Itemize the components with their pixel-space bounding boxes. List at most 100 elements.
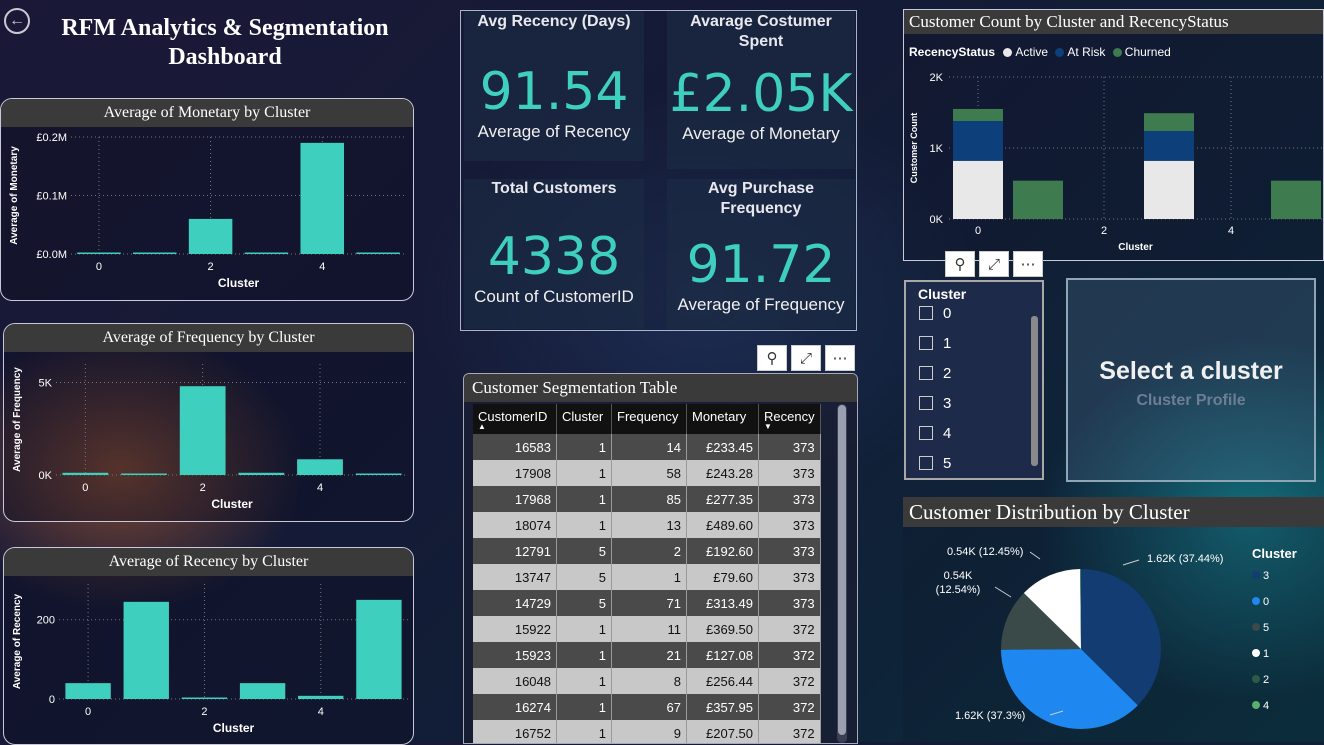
pie-chart: 1.62K (37.44%)1.62K (37.3%)0.54K(12.54%)… xyxy=(903,527,1324,742)
recency-chart-card[interactable]: Average of Recency by Cluster 0200024Clu… xyxy=(3,547,414,745)
x-tick-label: 2 xyxy=(200,482,206,494)
bar xyxy=(133,253,177,255)
kpi-subtitle: Average of Monetary xyxy=(667,124,855,144)
pie-legend-dot-icon xyxy=(1252,701,1260,709)
table-cell: 1 xyxy=(557,460,612,486)
table-cell: 15923 xyxy=(473,642,557,668)
bar xyxy=(189,219,233,254)
table-cell: £256.44 xyxy=(687,668,759,694)
bar xyxy=(121,474,167,476)
bar xyxy=(297,459,343,475)
cluster-slicer[interactable]: Cluster 012345 xyxy=(904,280,1044,480)
recency-chart-title: Average of Recency by Cluster xyxy=(4,548,413,576)
legend-item-active[interactable]: Active xyxy=(1003,45,1048,59)
slicer-item[interactable]: 2 xyxy=(919,358,1042,388)
table-row[interactable]: 17908158£243.28373 xyxy=(473,460,820,486)
y-tick-label: £0.2M xyxy=(36,132,67,144)
cluster-profile-card: Select a cluster Cluster Profile xyxy=(1066,278,1316,482)
pie-legend-label: 5 xyxy=(1263,622,1269,634)
slicer-item[interactable]: 4 xyxy=(919,418,1042,448)
legend-title: RecencyStatus xyxy=(909,45,995,59)
slicer-scrollbar[interactable] xyxy=(1031,316,1038,466)
table-cell: 13 xyxy=(612,512,687,538)
kpi-avg-frequency: Avg Purchase Frequency 91.72 Average of … xyxy=(667,179,855,329)
checkbox-icon[interactable] xyxy=(919,396,933,410)
x-tick-label: 4 xyxy=(317,482,323,494)
slicer-item[interactable]: 5 xyxy=(919,448,1042,478)
table-row[interactable]: 16583114£233.45373 xyxy=(473,434,820,460)
bar-segment xyxy=(1013,181,1063,219)
pie-label-leader xyxy=(1123,560,1139,565)
table-cell: 2 xyxy=(612,538,687,564)
pie-data-label: 0.54K (12.45%) xyxy=(947,546,1023,558)
checkbox-icon[interactable] xyxy=(919,426,933,440)
slicer-item-label: 3 xyxy=(943,395,951,412)
stacked-chart-card[interactable]: Customer Count by Cluster and RecencySta… xyxy=(903,9,1324,261)
table-row[interactable]: 1374751£79.60373 xyxy=(473,564,820,590)
pie-legend-dot-icon xyxy=(1252,597,1260,605)
table-row[interactable]: 1675219£207.50372 xyxy=(473,720,820,744)
y-tick-label: 200 xyxy=(37,615,55,627)
col-header-monetary[interactable]: Monetary xyxy=(687,404,759,434)
slicer-item[interactable]: 0 xyxy=(919,298,1042,328)
x-tick-label: 4 xyxy=(319,261,325,273)
legend-item-at-risk[interactable]: At Risk xyxy=(1055,45,1105,59)
x-axis-label: Cluster xyxy=(218,276,260,290)
bar xyxy=(180,386,226,475)
pie-label-leader xyxy=(1030,552,1040,559)
filter-icon[interactable]: ⚲ xyxy=(757,345,787,371)
legend-dot-icon xyxy=(1055,48,1064,57)
table-cell: 373 xyxy=(759,486,821,512)
focus-mode-icon[interactable]: ⤢ xyxy=(791,345,821,371)
bar-segment xyxy=(1144,161,1194,219)
table-cell: 18074 xyxy=(473,512,557,538)
slicer-item[interactable]: 1 xyxy=(919,328,1042,358)
table-row[interactable]: 16274167£357.95372 xyxy=(473,694,820,720)
pie-data-label: 1.62K (37.44%) xyxy=(1147,553,1223,565)
table-row[interactable]: 15923121£127.08372 xyxy=(473,642,820,668)
focus-mode-icon[interactable]: ⤢ xyxy=(979,251,1009,277)
pie-legend-dot-icon xyxy=(1252,675,1260,683)
slicer-item[interactable]: 3 xyxy=(919,388,1042,418)
table-row[interactable]: 14729571£313.49373 xyxy=(473,590,820,616)
table-scrollbar-thumb[interactable] xyxy=(838,405,846,735)
table-row[interactable]: 1279152£192.60373 xyxy=(473,538,820,564)
checkbox-icon[interactable] xyxy=(919,336,933,350)
table-cell: 372 xyxy=(759,668,821,694)
checkbox-icon[interactable] xyxy=(919,366,933,380)
table-cell: £313.49 xyxy=(687,590,759,616)
table-cell: 1 xyxy=(557,668,612,694)
monetary-chart-card[interactable]: Average of Monetary by Cluster £0.0M£0.1… xyxy=(0,98,414,301)
legend-item-churned[interactable]: Churned xyxy=(1113,45,1171,59)
frequency-chart-card[interactable]: Average of Frequency by Cluster 0K5K024C… xyxy=(3,323,414,522)
table-row[interactable]: 18074113£489.60373 xyxy=(473,512,820,538)
kpi-value: 91.72 xyxy=(667,235,855,295)
bar xyxy=(240,683,285,699)
table-scrollbar[interactable] xyxy=(837,404,847,743)
col-header-customerid[interactable]: CustomerID▲ xyxy=(473,404,557,434)
table-cell: 16583 xyxy=(473,434,557,460)
more-options-icon[interactable]: ⋯ xyxy=(825,345,855,371)
checkbox-icon[interactable] xyxy=(919,456,933,470)
table-cell: 373 xyxy=(759,538,821,564)
col-header-cluster[interactable]: Cluster xyxy=(557,404,612,434)
table-row[interactable]: 1604818£256.44372 xyxy=(473,668,820,694)
table-cell: 14 xyxy=(612,434,687,460)
kpi-value: 4338 xyxy=(464,227,644,287)
col-header-recency[interactable]: Recency▼ xyxy=(759,404,821,434)
col-header-frequency[interactable]: Frequency xyxy=(612,404,687,434)
table-scroll-area[interactable]: CustomerID▲ Cluster Frequency Monetary R… xyxy=(473,404,821,744)
x-axis-label: Cluster xyxy=(211,497,253,511)
pie-chart-card[interactable]: Customer Distribution by Cluster 1.62K (… xyxy=(903,497,1324,742)
table-row[interactable]: 15922111£369.50372 xyxy=(473,616,820,642)
checkbox-icon[interactable] xyxy=(919,306,933,320)
kpi-total-customers: Total Customers 4338 Count of CustomerID xyxy=(464,179,644,329)
filter-icon[interactable]: ⚲ xyxy=(945,251,975,277)
table-row[interactable]: 17968185£277.35373 xyxy=(473,486,820,512)
more-options-icon[interactable]: ⋯ xyxy=(1013,251,1043,277)
pie-legend-dot-icon xyxy=(1252,623,1260,631)
table-cell: 85 xyxy=(612,486,687,512)
pie-legend-label: 2 xyxy=(1263,674,1269,686)
bar xyxy=(300,143,344,254)
y-axis-label: Average of Monetary xyxy=(9,146,20,245)
